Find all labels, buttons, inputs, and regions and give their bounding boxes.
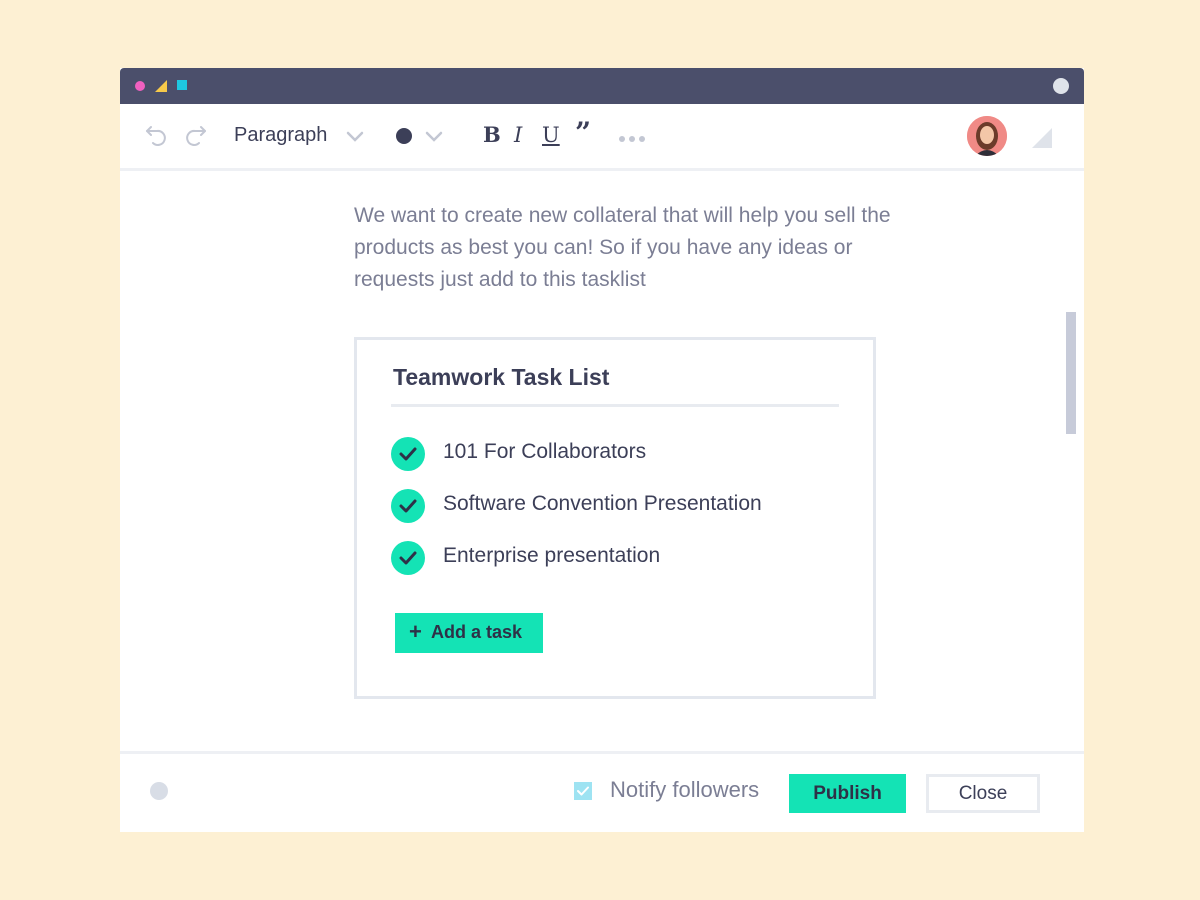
bold-button[interactable]: B <box>483 122 501 148</box>
checkmark-icon[interactable] <box>391 489 425 523</box>
more-options-icon[interactable] <box>618 135 648 143</box>
task-label[interactable]: Enterprise presentation <box>443 544 660 568</box>
notify-followers-label[interactable]: Notify followers <box>610 777 759 803</box>
cyan-square-icon <box>177 80 187 90</box>
toolbar-divider <box>120 168 1084 171</box>
window-titlebar <box>120 68 1084 104</box>
redo-icon[interactable] <box>184 122 208 146</box>
undo-icon[interactable] <box>144 122 168 146</box>
text-color-picker[interactable] <box>396 128 412 144</box>
tasklist-title: Teamwork Task List <box>393 364 610 390</box>
title-divider <box>391 404 839 407</box>
status-dot-icon <box>150 782 168 800</box>
user-avatar-icon <box>967 116 1007 156</box>
task-label[interactable]: Software Convention Presentation <box>443 492 762 516</box>
italic-button[interactable]: I <box>514 122 522 148</box>
underline-button[interactable]: U <box>542 122 560 148</box>
quote-button[interactable]: ” <box>575 119 591 147</box>
pink-circle-icon <box>135 81 145 91</box>
intro-paragraph[interactable]: We want to create new collateral that wi… <box>354 200 894 296</box>
task-label[interactable]: 101 For Collaborators <box>443 440 646 464</box>
notify-followers-checkbox[interactable] <box>574 782 592 800</box>
add-task-button[interactable]: + Add a task <box>395 613 543 653</box>
editor-toolbar: Paragraph B I U ” <box>120 104 1084 170</box>
tasklist-card: Teamwork Task List 101 For Collaborators… <box>354 337 876 699</box>
footer-divider <box>120 751 1084 754</box>
editor-window: Paragraph B I U ” We want to create new … <box>120 68 1084 832</box>
checkmark-icon[interactable] <box>391 541 425 575</box>
close-button[interactable]: Close <box>926 774 1040 813</box>
chevron-down-icon[interactable] <box>346 131 364 143</box>
add-task-label: Add a task <box>431 622 523 642</box>
checkmark-icon[interactable] <box>391 437 425 471</box>
window-circle-button[interactable] <box>1053 78 1069 94</box>
chevron-down-icon[interactable] <box>425 131 443 143</box>
yellow-triangle-icon <box>155 80 167 92</box>
plus-icon: + <box>409 619 422 644</box>
resize-handle-icon[interactable] <box>1032 128 1052 148</box>
scrollbar[interactable] <box>1066 312 1076 434</box>
block-format-dropdown[interactable]: Paragraph <box>234 122 327 148</box>
avatar[interactable] <box>967 116 1007 156</box>
publish-button[interactable]: Publish <box>789 774 906 813</box>
